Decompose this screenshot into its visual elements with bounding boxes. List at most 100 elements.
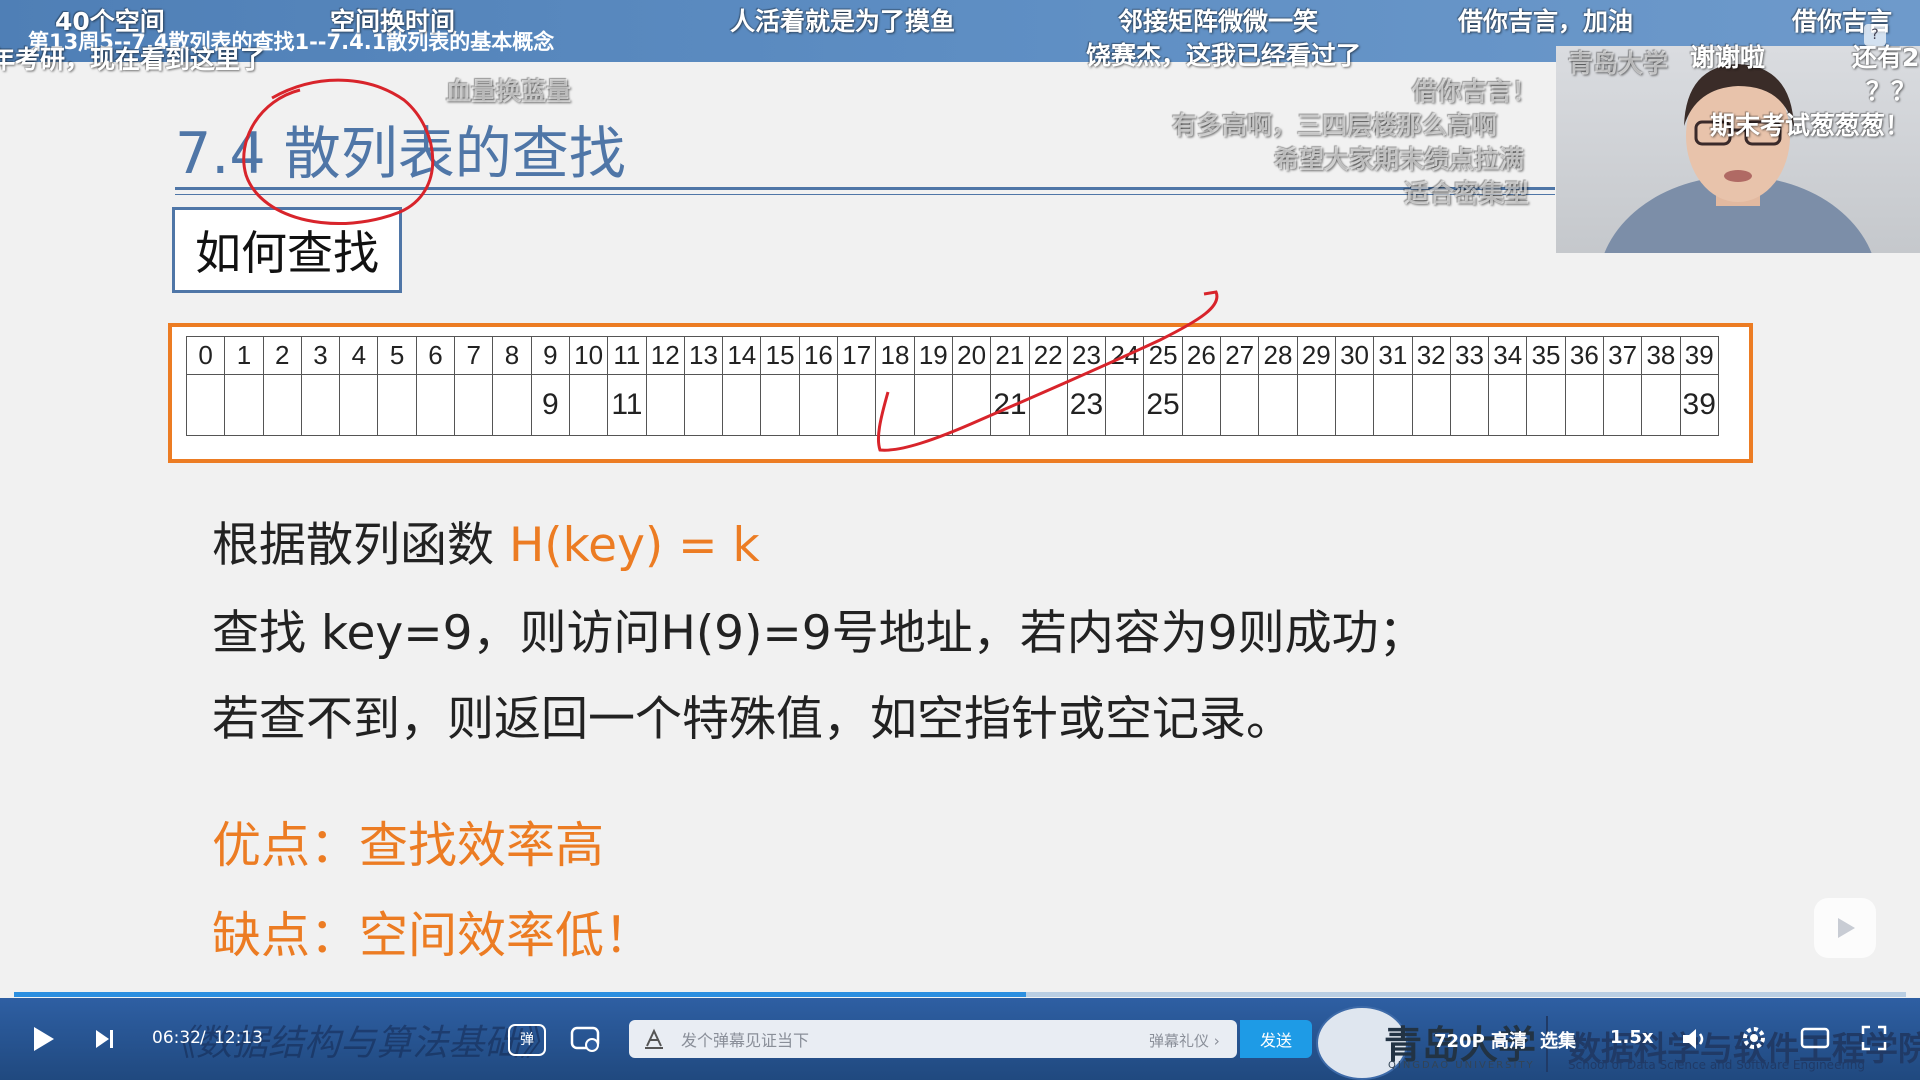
table-index-cell: 22 xyxy=(1028,336,1068,375)
settings-icon xyxy=(1743,1027,1765,1049)
table-index-cell: 38 xyxy=(1641,336,1681,375)
table-index-cell: 3 xyxy=(300,336,341,375)
table-index-cell: 10 xyxy=(568,336,609,375)
episodes-button[interactable]: 选集 xyxy=(1540,1027,1576,1053)
table-index-cell: 13 xyxy=(683,336,724,375)
table-value-cell xyxy=(837,374,877,436)
index-row: 0 1 2 3 4 5 6 7 8 9 10 11 12 13 14 15 16 17 18 19 20 21 22 23 24… xyxy=(185,336,1719,375)
fallback-line: 若查不到，则返回一个特殊值，如空指针或空记录。 xyxy=(212,692,1293,747)
next-icon xyxy=(96,1030,113,1048)
volume-button[interactable] xyxy=(1680,1026,1708,1056)
table-value-cell xyxy=(262,374,302,436)
table-index-cell: 24 xyxy=(1105,336,1145,375)
school-name-en: School of Data Science and Software Engi… xyxy=(1568,1058,1865,1072)
danmaku-item: 人活着就是为了摸鱼 xyxy=(730,7,956,36)
pros-line: 优点：查找效率高 xyxy=(212,817,605,874)
play-button[interactable] xyxy=(30,1024,58,1058)
section-box: 如何查找 xyxy=(172,207,402,293)
table-value-cell: 25 xyxy=(1143,374,1183,436)
danmaku-item: 40个空间 xyxy=(55,7,165,36)
fullscreen-icon xyxy=(1861,1025,1887,1051)
table-value-cell xyxy=(1526,374,1566,436)
danmaku-item: 饶赛杰，这我已经看过了 xyxy=(1086,41,1362,70)
table-index-cell: 5 xyxy=(377,336,417,375)
table-value-cell xyxy=(1488,374,1528,436)
table-value-cell xyxy=(1181,374,1222,436)
danmaku-item: 适合密集型 xyxy=(1404,179,1530,208)
table-value-cell xyxy=(492,374,532,436)
table-index-cell: 39 xyxy=(1679,336,1719,375)
table-value-cell xyxy=(224,374,264,436)
table-value-cell xyxy=(1220,374,1260,436)
table-index-cell: 31 xyxy=(1373,336,1413,375)
danmaku-settings-button[interactable] xyxy=(570,1024,602,1058)
help-icon[interactable]: ? xyxy=(1864,24,1886,46)
table-value-cell xyxy=(1564,374,1604,436)
table-value-cell xyxy=(875,374,915,436)
table-value-cell: 21 xyxy=(990,374,1030,436)
table-index-cell: 30 xyxy=(1334,336,1375,375)
table-index-cell: 35 xyxy=(1526,336,1566,375)
speed-button[interactable]: 1.5x xyxy=(1610,1027,1654,1048)
table-value-cell xyxy=(1258,374,1298,436)
table-index-cell: 9 xyxy=(530,336,570,375)
table-index-cell: 37 xyxy=(1602,336,1643,375)
danmaku-etiquette-link[interactable]: 弹幕礼仪 › xyxy=(1149,1030,1220,1051)
danmaku-item: 邻接矩阵微微一笑 xyxy=(1118,7,1319,36)
table-index-cell: 26 xyxy=(1181,336,1222,375)
danmaku-item: 有多高啊，三四层楼那么高啊 xyxy=(1172,111,1498,140)
settings-button[interactable] xyxy=(1740,1024,1768,1056)
text-style-icon[interactable] xyxy=(643,1028,665,1050)
table-value-cell xyxy=(1641,374,1681,436)
table-value-cell: 9 xyxy=(530,374,570,436)
value-row: 9 11 21 23 25 39 xyxy=(185,374,1719,436)
title-underline xyxy=(175,187,1555,190)
cons-line: 缺点：空间效率低！ xyxy=(212,907,654,964)
send-button[interactable]: 发送 xyxy=(1240,1020,1312,1058)
table-value-cell: 11 xyxy=(607,374,647,436)
table-value-cell xyxy=(1411,374,1451,436)
table-value-cell xyxy=(1334,374,1375,436)
table-index-cell: 27 xyxy=(1220,336,1260,375)
table-index-cell: 16 xyxy=(798,336,839,375)
table-value-cell xyxy=(1296,374,1336,436)
table-value-cell xyxy=(951,374,992,436)
widescreen-button[interactable] xyxy=(1800,1026,1830,1054)
danmaku-input[interactable] xyxy=(679,1020,1063,1060)
progress-bar[interactable] xyxy=(14,992,1906,997)
table-index-cell: 25 xyxy=(1143,336,1183,375)
hash-table: 0 1 2 3 4 5 6 7 8 9 10 11 12 13 14 15 16 17 18 19 20 21 22 23 24… xyxy=(185,336,1719,436)
table-index-cell: 8 xyxy=(492,336,532,375)
danmaku-toggle-icon[interactable]: 弹 xyxy=(508,1024,546,1056)
table-value-cell xyxy=(1028,374,1068,436)
danmaku-item: 青岛大学 xyxy=(1568,49,1669,78)
danmaku-item: 还有20 xyxy=(1852,43,1920,72)
floating-play-button[interactable] xyxy=(1814,898,1876,958)
quality-button[interactable]: 720P 高清 xyxy=(1434,1027,1527,1053)
fullscreen-button[interactable] xyxy=(1860,1024,1888,1056)
table-index-cell: 15 xyxy=(760,336,800,375)
table-index-cell: 6 xyxy=(415,336,456,375)
table-index-cell: 36 xyxy=(1564,336,1604,375)
table-index-cell: 12 xyxy=(645,336,685,375)
table-value-cell xyxy=(454,374,494,436)
table-index-cell: 29 xyxy=(1296,336,1336,375)
danmaku-item: 借你吉言，加油 xyxy=(1458,7,1634,36)
lookup-line: 查找 key=9，则访问H(9)=9号地址，若内容为9则成功； xyxy=(212,606,1426,661)
table-value-cell: 23 xyxy=(1066,374,1107,436)
table-index-cell: 33 xyxy=(1449,336,1490,375)
next-button[interactable] xyxy=(94,1027,116,1055)
progress-fill xyxy=(14,992,1027,997)
hash-function-formula: H(key) = k xyxy=(508,518,760,573)
danmaku-item: 年考研，现在看到这里了 xyxy=(0,45,266,74)
danmaku-item: 血量换蓝量 xyxy=(446,77,572,106)
table-index-cell: 1 xyxy=(224,336,264,375)
table-value-cell xyxy=(1449,374,1490,436)
danmaku-input-wrap: 弹幕礼仪 › xyxy=(629,1020,1237,1060)
table-value-cell xyxy=(1373,374,1413,436)
table-index-cell: 14 xyxy=(722,336,762,375)
widescreen-icon xyxy=(1800,1027,1830,1049)
danmaku-item: 期末考试葱葱葱！ xyxy=(1710,111,1911,140)
hash-function-line: 根据散列函数 H(key) = k xyxy=(212,506,760,575)
table-index-cell: 34 xyxy=(1488,336,1528,375)
